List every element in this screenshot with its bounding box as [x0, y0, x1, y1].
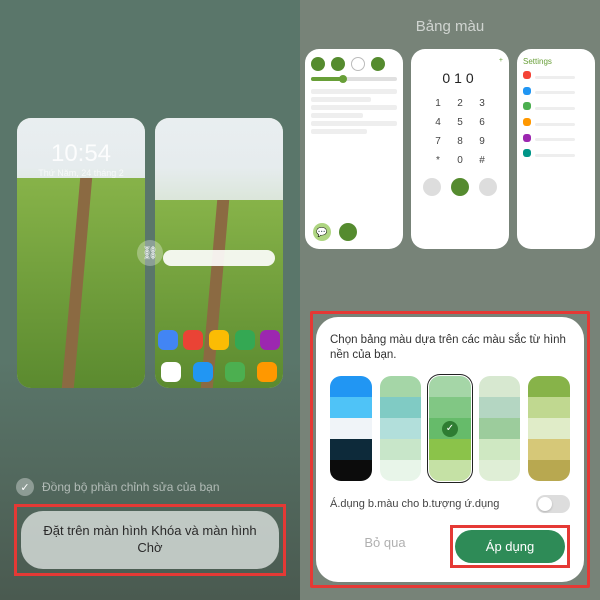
- dialer-number: 010: [442, 70, 477, 86]
- home-screen-preview[interactable]: [155, 118, 283, 388]
- lock-screen-preview[interactable]: 10:54 Thứ Năm, 24 tháng 2: [17, 118, 145, 388]
- toggle-switch[interactable]: [536, 495, 570, 513]
- palette-option-4[interactable]: [528, 376, 570, 481]
- palette-option-0[interactable]: [330, 376, 372, 481]
- sync-edits-row[interactable]: ✓ Đồng bộ phần chỉnh sửa của bạn: [12, 478, 288, 496]
- link-icon[interactable]: ⛓: [137, 240, 163, 266]
- set-wallpaper-button[interactable]: Đặt trên màn hình Khóa và màn hình Chờ: [21, 511, 279, 569]
- highlight-frame: Đặt trên màn hình Khóa và màn hình Chờ: [14, 504, 286, 576]
- sync-label: Đồng bộ phần chỉnh sửa của bạn: [42, 480, 220, 494]
- search-widget-preview: [163, 250, 275, 266]
- apply-to-icons-toggle-row[interactable]: Á.dụng b.màu cho b.tượng ứ.dụng: [330, 495, 570, 513]
- palette-sheet: Chọn bảng màu dựa trên các màu sắc từ hì…: [316, 317, 584, 582]
- highlight-frame: Áp dụng: [450, 525, 570, 568]
- theme-previews: 💬 + 010 123 456 789 *0# Settings: [300, 49, 600, 249]
- palette-option-2[interactable]: ✓: [429, 376, 471, 481]
- palette-option-1[interactable]: [380, 376, 422, 481]
- lock-time: 10:54: [17, 140, 145, 168]
- theme-preview-dialer: + 010 123 456 789 *0#: [411, 49, 509, 249]
- highlight-frame: Chọn bảng màu dựa trên các màu sắc từ hì…: [310, 311, 590, 588]
- color-palette-panel: Bảng màu 💬 + 010 123 456 789 *0#: [300, 0, 600, 600]
- check-icon: ✓: [16, 478, 34, 496]
- theme-preview-quicksettings: 💬: [305, 49, 403, 249]
- page-title: Bảng màu: [300, 0, 600, 49]
- theme-preview-settings: Settings: [517, 49, 595, 249]
- apply-button[interactable]: Áp dụng: [455, 530, 565, 563]
- check-icon: ✓: [442, 421, 458, 437]
- wallpaper-settings-panel: 10:54 Thứ Năm, 24 tháng 2 ⛓ ✓: [0, 0, 300, 600]
- palette-options: ✓: [330, 376, 570, 481]
- skip-button[interactable]: Bỏ qua: [330, 525, 440, 568]
- apply-icons-label: Á.dụng b.màu cho b.tượng ứ.dụng: [330, 498, 499, 510]
- settings-title: Settings: [523, 57, 589, 66]
- sheet-description: Chọn bảng màu dựa trên các màu sắc từ hì…: [330, 333, 570, 364]
- palette-option-3[interactable]: [479, 376, 521, 481]
- lock-date: Thứ Năm, 24 tháng 2: [17, 168, 145, 178]
